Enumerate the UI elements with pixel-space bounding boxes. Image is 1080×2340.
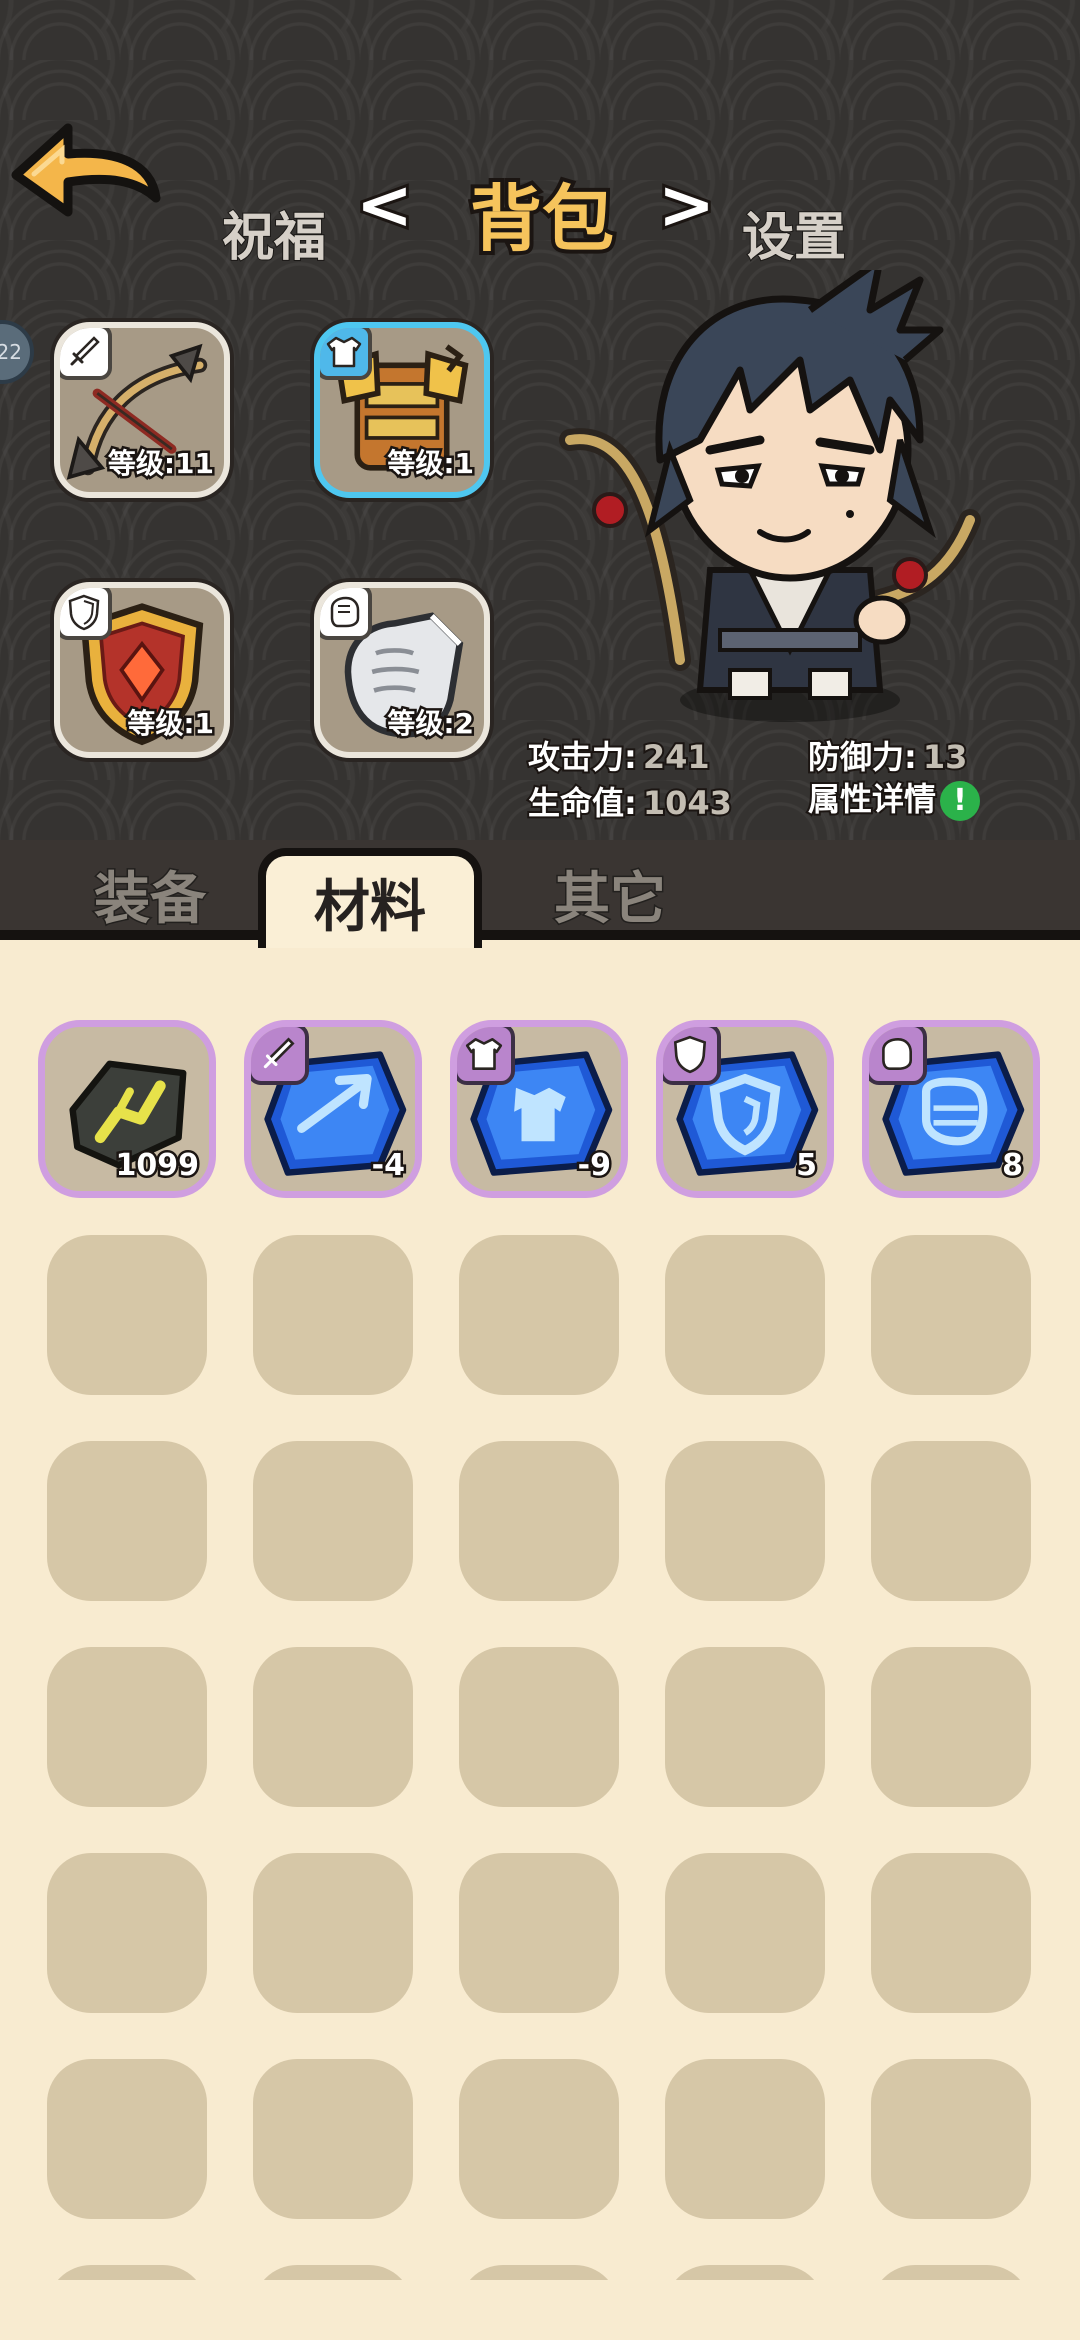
empty-slot[interactable]: [871, 1647, 1031, 1807]
nav-settings-link[interactable]: 设置: [741, 195, 847, 270]
inventory-item[interactable]: 1099: [38, 1020, 216, 1198]
empty-slot[interactable]: [47, 1647, 207, 1807]
empty-slot[interactable]: [665, 2265, 825, 2280]
empty-slot[interactable]: [665, 1235, 825, 1395]
empty-slot[interactable]: [871, 1235, 1031, 1395]
empty-slot[interactable]: [47, 1441, 207, 1601]
defense-value: 13: [921, 736, 969, 778]
item-count: 5: [794, 1146, 820, 1186]
empty-slot[interactable]: [47, 2265, 207, 2280]
glove-icon: [869, 1027, 927, 1085]
item-count: 8: [1000, 1146, 1026, 1186]
attribute-details-label: 属性详情: [806, 778, 938, 820]
empty-slot[interactable]: [459, 1441, 619, 1601]
attack-stat: 攻击力: 241: [526, 732, 712, 778]
attribute-details-button[interactable]: 属性详情!: [806, 774, 981, 821]
backpack-screen: 祝福 < 背包 > 设置 22 等级:11 等级:1 等级:1 等级:2 攻击力…: [0, 0, 1080, 2340]
armor-icon: [320, 328, 372, 380]
defense-label: 防御力:: [806, 736, 919, 778]
empty-slot[interactable]: [665, 2059, 825, 2219]
shield-icon: [663, 1027, 721, 1085]
empty-slot[interactable]: [47, 1853, 207, 2013]
nav-blessing-link[interactable]: 祝福: [221, 195, 327, 270]
tab-equipment[interactable]: 装备: [40, 848, 260, 940]
empty-slot[interactable]: [253, 2059, 413, 2219]
equip-slot-weapon[interactable]: 等级:11: [54, 322, 230, 498]
inventory-item[interactable]: -9: [450, 1020, 628, 1198]
inventory-grid: 1099 -4 -9 5 8: [0, 940, 1080, 2280]
equip-level-label: 等级:11: [105, 445, 216, 483]
equip-level-label: 等级:1: [125, 705, 217, 743]
bottom-margin: [0, 2280, 1080, 2340]
character-avatar[interactable]: [550, 270, 990, 730]
empty-slot[interactable]: [665, 1441, 825, 1601]
back-arrow-icon: [11, 123, 161, 217]
next-page-arrow-icon[interactable]: >: [655, 163, 718, 248]
empty-slot[interactable]: [459, 1853, 619, 2013]
empty-slot[interactable]: [253, 2265, 413, 2280]
empty-slot[interactable]: [459, 1235, 619, 1395]
inventory-item[interactable]: 8: [862, 1020, 1040, 1198]
dagger-icon: [60, 328, 112, 380]
empty-slot[interactable]: [665, 1647, 825, 1807]
item-count: 1099: [113, 1146, 201, 1186]
equip-level-label: 等级:2: [385, 705, 477, 743]
page-title: 背包: [466, 173, 618, 265]
empty-slot[interactable]: [47, 1235, 207, 1395]
equip-slot-armor[interactable]: 等级:1: [314, 322, 490, 498]
empty-slot[interactable]: [253, 1441, 413, 1601]
empty-slot[interactable]: [871, 2059, 1031, 2219]
player-level-badge[interactable]: 22: [0, 320, 34, 384]
hp-value: 1043: [641, 782, 734, 824]
info-alert-icon: !: [940, 781, 981, 821]
empty-slot[interactable]: [871, 2265, 1031, 2280]
defense-stat: 防御力: 13: [806, 732, 969, 778]
tab-other[interactable]: 其它: [500, 848, 720, 940]
inventory-item[interactable]: -4: [244, 1020, 422, 1198]
equip-slot-shield[interactable]: 等级:1: [54, 582, 230, 758]
inventory-item[interactable]: 5: [656, 1020, 834, 1198]
empty-slot[interactable]: [459, 1647, 619, 1807]
equip-slot-glove[interactable]: 等级:2: [314, 582, 490, 758]
item-count: -4: [369, 1146, 407, 1186]
empty-slot[interactable]: [459, 2265, 619, 2280]
top-panel: 祝福 < 背包 > 设置 22 等级:11 等级:1 等级:1 等级:2 攻击力…: [0, 0, 1080, 840]
dagger-icon: [251, 1027, 309, 1085]
attack-value: 241: [641, 736, 712, 778]
empty-slot[interactable]: [871, 1441, 1031, 1601]
shield-icon: [60, 588, 112, 640]
empty-slot[interactable]: [871, 1853, 1031, 2013]
empty-slot[interactable]: [665, 1853, 825, 2013]
empty-slot[interactable]: [459, 2059, 619, 2219]
prev-page-arrow-icon[interactable]: <: [353, 163, 416, 248]
armor-icon: [457, 1027, 515, 1085]
empty-slot[interactable]: [47, 2059, 207, 2219]
hp-label: 生命值:: [526, 782, 639, 824]
hp-stat: 生命值: 1043: [526, 778, 734, 824]
empty-slot[interactable]: [253, 1853, 413, 2013]
glove-icon: [320, 588, 372, 640]
empty-slot[interactable]: [253, 1647, 413, 1807]
tab-bar: 装备 材料 其它: [0, 840, 1080, 948]
equip-level-label: 等级:1: [385, 445, 477, 483]
empty-slot[interactable]: [253, 1235, 413, 1395]
back-button[interactable]: [6, 120, 166, 230]
tab-materials[interactable]: 材料: [258, 848, 482, 948]
attack-label: 攻击力:: [526, 736, 639, 778]
item-count: -9: [575, 1146, 613, 1186]
